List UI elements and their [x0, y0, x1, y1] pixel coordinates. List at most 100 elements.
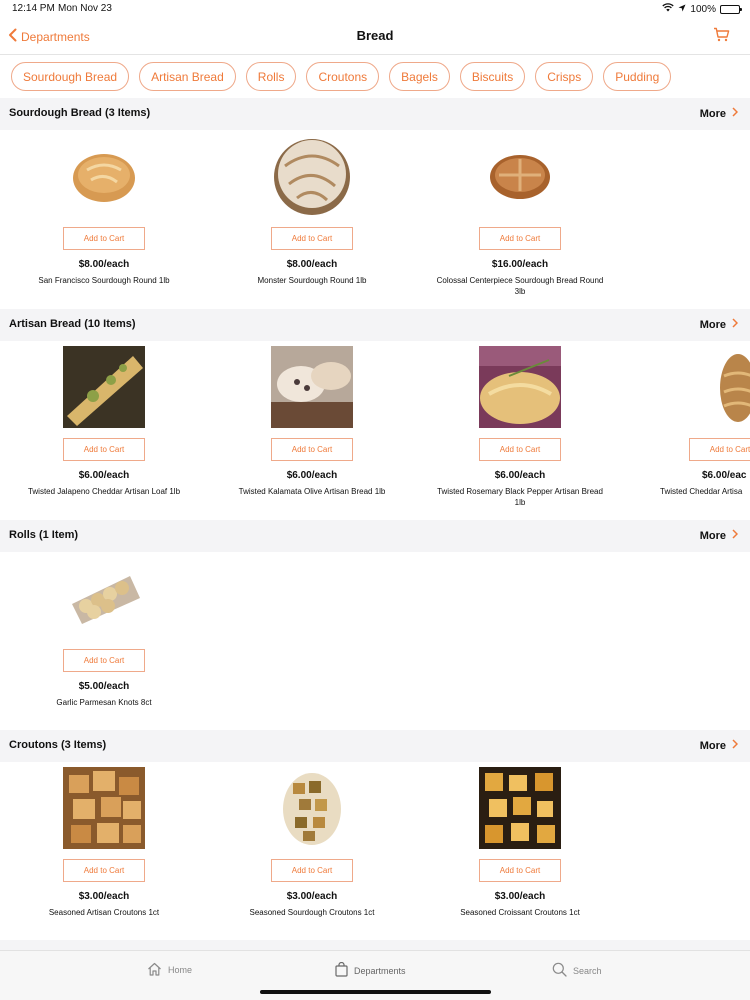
- product-card[interactable]: Add to Cart $6.00/eac Twisted Cheddar Ar…: [624, 341, 750, 497]
- chip-rolls[interactable]: Rolls: [245, 62, 297, 91]
- product-card[interactable]: Add to Cart $3.00/each Seasoned Croissan…: [416, 762, 624, 918]
- chevron-right-icon: [732, 739, 739, 752]
- battery-icon: [720, 4, 742, 14]
- tab-home[interactable]: Home: [147, 962, 192, 978]
- croutons-photo: [478, 767, 562, 849]
- add-to-cart-button[interactable]: Add to Cart: [271, 859, 353, 882]
- more-label: More: [699, 107, 726, 120]
- chip-biscuits[interactable]: Biscuits: [459, 62, 526, 91]
- add-to-cart-button[interactable]: Add to Cart: [271, 438, 353, 461]
- product-card[interactable]: Add to Cart $6.00/each Twisted Jalapeno …: [0, 341, 208, 497]
- battery-percent: 100%: [690, 3, 716, 15]
- add-to-cart-button[interactable]: Add to Cart: [63, 859, 145, 882]
- product-price: $3.00/each: [78, 891, 130, 902]
- status-time: 12:14 PM: [12, 3, 55, 14]
- product-name: Monster Sourdough Round 1lb: [257, 276, 367, 285]
- tab-label: Search: [573, 965, 602, 976]
- add-to-cart-button[interactable]: Add to Cart: [63, 649, 145, 672]
- more-label: More: [699, 739, 726, 752]
- product-card[interactable]: Add to Cart $16.00/each Colossal Centerp…: [416, 130, 624, 297]
- product-card[interactable]: Add to Cart $6.00/each Twisted Kalamata …: [208, 341, 416, 497]
- more-label: More: [699, 318, 726, 331]
- add-to-cart-button[interactable]: Add to Cart: [271, 227, 353, 250]
- more-button[interactable]: More: [699, 318, 739, 331]
- product-price: $8.00/each: [286, 259, 338, 270]
- product-row-sourdough: Add to Cart $8.00/each San Francisco Sou…: [0, 130, 750, 308]
- product-card[interactable]: Add to Cart $3.00/each Seasoned Sourdoug…: [208, 762, 416, 918]
- add-to-cart-button[interactable]: Add to Cart: [479, 438, 561, 461]
- more-button[interactable]: More: [699, 529, 739, 542]
- artisan-loaf-photo: [478, 346, 562, 428]
- croutons-photo: [270, 767, 354, 849]
- wifi-icon: [662, 3, 675, 15]
- add-to-cart-button[interactable]: Add to Cart: [63, 438, 145, 461]
- bag-icon: [335, 961, 348, 979]
- chevron-right-icon: [732, 529, 739, 542]
- garlic-knots-photo: [62, 557, 146, 639]
- product-name: Seasoned Artisan Croutons 1ct: [48, 908, 160, 917]
- product-price: $3.00/each: [494, 891, 546, 902]
- chip-sourdough-bread[interactable]: Sourdough Bread: [11, 62, 130, 91]
- product-name: Seasoned Sourdough Croutons 1ct: [249, 908, 375, 917]
- sourdough-round-photo: [62, 135, 146, 217]
- tab-search[interactable]: Search: [552, 962, 602, 979]
- tab-departments[interactable]: Departments: [335, 961, 406, 979]
- sourdough-round-photo: [270, 135, 354, 217]
- section-header-croutons: Croutons (3 Items) More: [0, 730, 750, 762]
- chip-pudding[interactable]: Pudding: [603, 62, 672, 91]
- product-name: Twisted Rosemary Black Pepper Artisan Br…: [437, 487, 603, 507]
- product-row-croutons: Add to Cart $3.00/each Seasoned Artisan …: [0, 762, 750, 940]
- product-row-artisan: Add to Cart $6.00/each Twisted Jalapeno …: [0, 341, 750, 519]
- artisan-loaf-photo: [62, 346, 146, 428]
- chip-crisps[interactable]: Crisps: [535, 62, 594, 91]
- add-to-cart-button[interactable]: Add to Cart: [63, 227, 145, 250]
- product-price: $3.00/each: [286, 891, 338, 902]
- add-to-cart-button[interactable]: Add to Cart: [479, 227, 561, 250]
- product-card[interactable]: Add to Cart $3.00/each Seasoned Artisan …: [0, 762, 208, 918]
- category-chips: Sourdough Bread Artisan Bread Rolls Crou…: [11, 62, 672, 91]
- product-card[interactable]: Add to Cart $5.00/each Garlic Parmesan K…: [0, 552, 208, 708]
- artisan-loaf-photo: [270, 346, 354, 428]
- cart-button[interactable]: [713, 27, 730, 47]
- more-button[interactable]: More: [699, 107, 739, 120]
- location-icon: [678, 4, 686, 15]
- add-to-cart-button[interactable]: Add to Cart: [689, 438, 750, 461]
- cart-icon: [713, 27, 730, 46]
- chevron-right-icon: [732, 107, 739, 120]
- status-date: Mon Nov 23: [58, 3, 112, 14]
- navigation-bar: Departments Bread: [0, 18, 750, 55]
- product-price: $6.00/each: [78, 470, 130, 481]
- artisan-loaf-photo: [696, 346, 750, 428]
- product-name: San Francisco Sourdough Round 1lb: [38, 276, 170, 285]
- product-price: $6.00/each: [494, 470, 546, 481]
- product-card[interactable]: Add to Cart $6.00/each Twisted Rosemary …: [416, 341, 624, 508]
- croutons-photo: [62, 767, 146, 849]
- section-header-rolls: Rolls (1 Item) More: [0, 520, 750, 552]
- product-card[interactable]: Add to Cart $8.00/each Monster Sourdough…: [208, 130, 416, 286]
- section-header-artisan: Artisan Bread (10 Items) More: [0, 309, 750, 341]
- add-to-cart-button[interactable]: Add to Cart: [479, 859, 561, 882]
- section-title: Sourdough Bread (3 Items): [9, 107, 151, 119]
- product-name: Colossal Centerpiece Sourdough Bread Rou…: [436, 276, 604, 296]
- page-title: Bread: [356, 28, 394, 43]
- chip-croutons[interactable]: Croutons: [306, 62, 380, 91]
- section-title: Artisan Bread (10 Items): [9, 318, 136, 330]
- product-price: $16.00/each: [491, 259, 549, 270]
- status-right: 100%: [662, 3, 742, 15]
- home-icon: [147, 962, 162, 978]
- product-name: Twisted Jalapeno Cheddar Artisan Loaf 1l…: [27, 487, 181, 496]
- product-price: $8.00/each: [78, 259, 130, 270]
- section-header-sourdough: Sourdough Bread (3 Items) More: [0, 98, 750, 130]
- more-label: More: [699, 529, 726, 542]
- tab-label: Departments: [354, 965, 406, 976]
- section-title: Rolls (1 Item): [9, 529, 79, 541]
- chip-artisan-bread[interactable]: Artisan Bread: [139, 62, 236, 91]
- chip-bagels[interactable]: Bagels: [389, 62, 450, 91]
- chevron-right-icon: [732, 318, 739, 331]
- product-price: $5.00/each: [78, 681, 130, 692]
- more-button[interactable]: More: [699, 739, 739, 752]
- status-bar: 12:14 PM Mon Nov 23 100%: [0, 0, 750, 18]
- product-card[interactable]: Add to Cart $8.00/each San Francisco Sou…: [0, 130, 208, 286]
- home-indicator: [260, 990, 491, 994]
- product-name: Twisted Kalamata Olive Artisan Bread 1lb: [238, 487, 386, 496]
